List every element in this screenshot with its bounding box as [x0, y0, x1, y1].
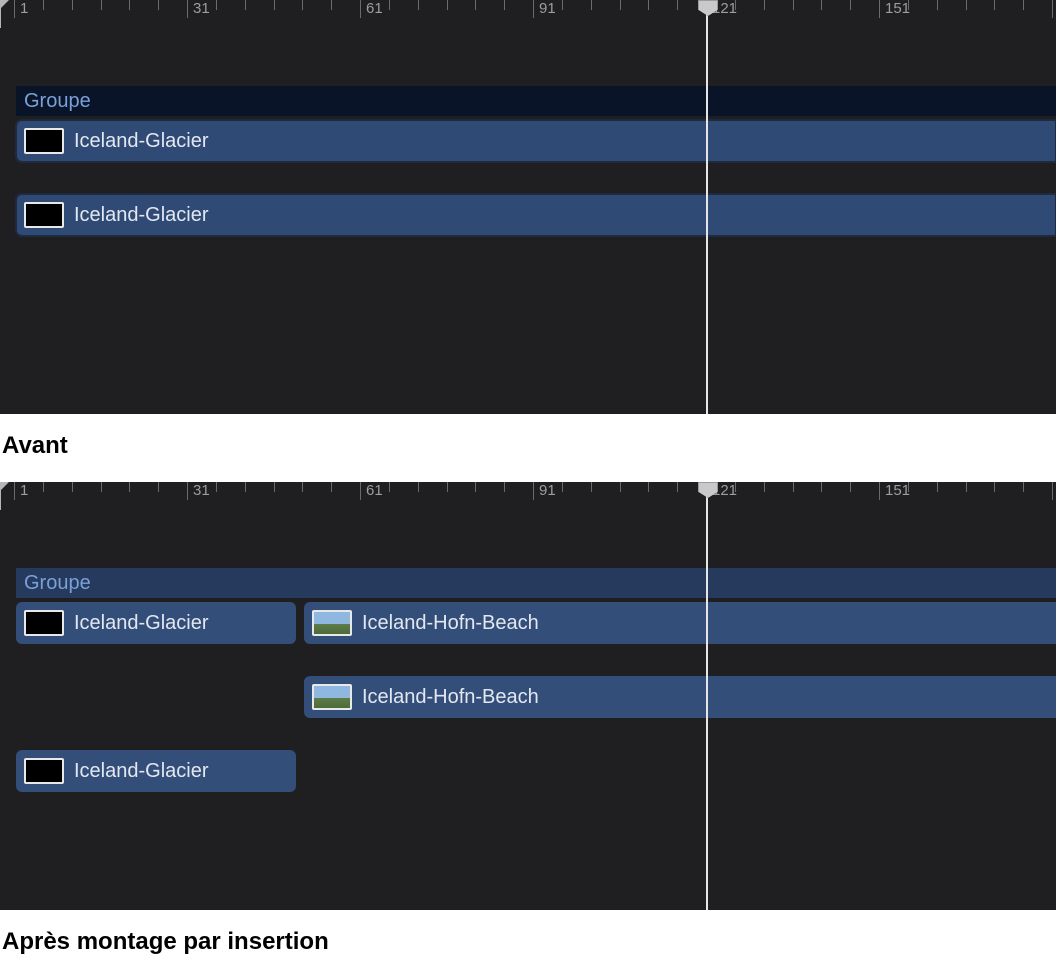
- timeline-clip[interactable]: Iceland-Glacier: [16, 602, 296, 644]
- group-label: Groupe: [16, 90, 91, 112]
- timeline-clip[interactable]: Iceland-Glacier: [16, 120, 1056, 162]
- clip-label: Iceland-Glacier: [74, 760, 209, 783]
- clip-thumbnail: [24, 758, 64, 784]
- caption-after: Après montage par insertion: [0, 910, 1056, 978]
- timeline-clip[interactable]: Iceland-Hofn-Beach: [304, 676, 1056, 718]
- clip-label: Iceland-Glacier: [74, 204, 209, 227]
- clip-thumbnail: [312, 684, 352, 710]
- ruler-label: 91: [535, 0, 556, 18]
- timeline-before: 1316191121151181 Groupe Iceland-GlacierI…: [0, 0, 1056, 414]
- group-header[interactable]: Groupe: [16, 568, 1056, 598]
- ruler-label: 31: [189, 0, 210, 18]
- timeline-after: 1316191121151181 Groupe Iceland-GlacierI…: [0, 482, 1056, 910]
- ruler-label: 91: [535, 482, 556, 500]
- playhead[interactable]: [706, 0, 708, 414]
- ruler-label: 151: [881, 482, 910, 500]
- ruler-label: 61: [362, 482, 383, 500]
- playhead[interactable]: [706, 482, 708, 910]
- clip-thumbnail: [24, 202, 64, 228]
- clip-label: Iceland-Hofn-Beach: [362, 686, 539, 709]
- ruler-label: 31: [189, 482, 210, 500]
- clip-thumbnail: [24, 610, 64, 636]
- timeline-clip[interactable]: Iceland-Glacier: [16, 750, 296, 792]
- clip-label: Iceland-Glacier: [74, 130, 209, 153]
- caption-before: Avant: [0, 414, 1056, 482]
- timeline-clip[interactable]: Iceland-Glacier: [16, 194, 1056, 236]
- timeline-clip[interactable]: Iceland-Hofn-Beach: [304, 602, 1056, 644]
- ruler-label: 1: [16, 482, 28, 500]
- ruler[interactable]: 1316191121151181: [0, 482, 1056, 512]
- clip-label: Iceland-Glacier: [74, 612, 209, 635]
- ruler[interactable]: 1316191121151181: [0, 0, 1056, 30]
- group-label: Groupe: [16, 572, 91, 594]
- ruler-label: 151: [881, 0, 910, 18]
- ruler-label: 1: [16, 0, 28, 18]
- clip-label: Iceland-Hofn-Beach: [362, 612, 539, 635]
- group-header[interactable]: Groupe: [16, 86, 1056, 116]
- tracks-area[interactable]: Groupe Iceland-Glacier Iceland-Glacier: [0, 30, 1056, 414]
- clip-thumbnail: [24, 128, 64, 154]
- ruler-label: 61: [362, 0, 383, 18]
- tracks-area[interactable]: Groupe Iceland-Glacier Iceland-Hofn-Beach…: [0, 512, 1056, 910]
- clip-thumbnail: [312, 610, 352, 636]
